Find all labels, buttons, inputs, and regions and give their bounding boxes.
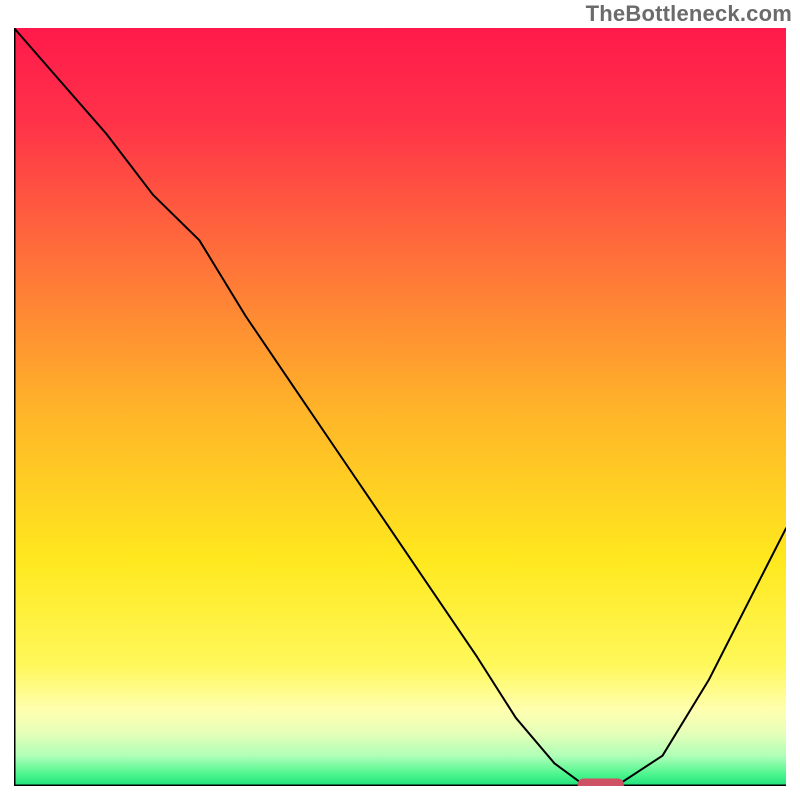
watermark-text: TheBottleneck.com	[586, 1, 792, 27]
chart-container: TheBottleneck.com	[0, 0, 800, 800]
optimal-marker	[578, 779, 624, 787]
heat-background	[14, 28, 786, 786]
plot-svg	[14, 28, 786, 786]
bottleneck-plot	[14, 28, 786, 786]
